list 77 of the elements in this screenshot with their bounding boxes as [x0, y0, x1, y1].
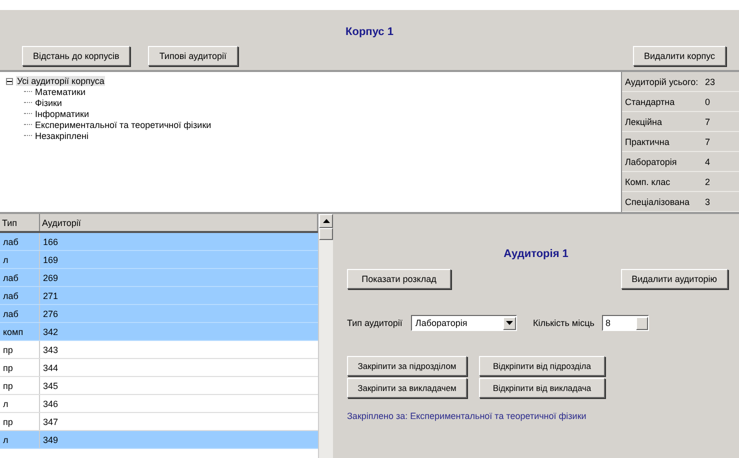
- table-cell-text: 342: [42, 326, 60, 338]
- table-row[interactable]: лаб 166: [0, 233, 318, 251]
- seats-spinner[interactable]: 8: [602, 315, 650, 331]
- table-cell: комп: [0, 323, 40, 340]
- assign-button[interactable]: Відкріпити від підрозділа: [479, 356, 605, 376]
- spin-buttons-icon[interactable]: [636, 316, 648, 330]
- table-cell: пр: [0, 377, 40, 394]
- scroll-up-icon[interactable]: [319, 214, 333, 228]
- table-cell: лаб: [0, 233, 40, 250]
- assigned-text: Закріплено за: Експериментальної та теоретичної фізики: [347, 411, 586, 421]
- stat-value: 3: [705, 196, 710, 206]
- collapse-icon[interactable]: [6, 78, 13, 84]
- table-cell-text: 343: [42, 344, 60, 356]
- table-cell-text: 169: [42, 254, 60, 266]
- stat-label: Лабораторія: [625, 156, 678, 166]
- table-cell-text: 166: [42, 236, 60, 248]
- assign-button[interactable]: Закріпити за викладачем: [347, 378, 467, 398]
- room-type-label: Тип аудиторії: [347, 318, 402, 328]
- stat-label: Аудиторій усього:: [625, 76, 700, 86]
- table-cell: лаб: [0, 269, 40, 286]
- table-row[interactable]: л 349: [0, 431, 318, 449]
- table-row[interactable]: л 169: [0, 251, 318, 269]
- seats-label: Кількість місць: [533, 318, 594, 328]
- table-cell-text: 269: [42, 272, 60, 284]
- table-row[interactable]: пр 345: [0, 377, 318, 395]
- table-row[interactable]: пр 344: [0, 359, 318, 377]
- table-cell: пр: [0, 359, 40, 376]
- table-cell-text: 346: [42, 398, 60, 410]
- schedule-button[interactable]: Показати розклад: [347, 269, 451, 289]
- table-cell: пр: [0, 413, 40, 430]
- table-row[interactable]: лаб 276: [0, 305, 318, 323]
- stat-value: 7: [705, 136, 710, 146]
- toolbar-button[interactable]: Типові аудиторії: [148, 46, 238, 66]
- scrollbar[interactable]: [318, 214, 333, 458]
- table-row[interactable]: лаб 269: [0, 269, 318, 287]
- delete-room-button[interactable]: Видалити аудиторію: [620, 269, 728, 289]
- building-title: Корпус 1: [346, 26, 394, 38]
- table-cell-text: 344: [42, 362, 60, 374]
- delete-building-button[interactable]: Видалити корпус: [632, 46, 726, 66]
- table-cell: лаб: [0, 287, 40, 304]
- tree-item[interactable]: Незакріплені: [34, 130, 90, 140]
- stat-label: Комп. клас: [625, 176, 672, 186]
- stat-value: 4: [705, 156, 710, 166]
- assign-button[interactable]: Відкріпити від викладача: [479, 378, 605, 398]
- table-cell-text: 271: [42, 290, 60, 302]
- table-cell-text: 349: [42, 434, 60, 446]
- stat-value: 23: [705, 76, 716, 86]
- stat-value: 2: [705, 176, 710, 186]
- stat-value: 7: [705, 116, 710, 126]
- room-title: Аудиторія 1: [504, 248, 568, 260]
- table-row[interactable]: комп 342: [0, 323, 318, 341]
- table-cell-text: 276: [42, 308, 60, 320]
- room-type-dropdown[interactable]: Лабораторія: [411, 315, 518, 331]
- scrollbar-thumb[interactable]: [319, 228, 333, 240]
- table-cell: пр: [0, 341, 40, 358]
- table-cell: л: [0, 395, 40, 412]
- tree-item[interactable]: Експериментальної та теоретичної фізики: [34, 120, 212, 130]
- tree-item[interactable]: Математики: [34, 86, 87, 96]
- table-row[interactable]: лаб 271: [0, 287, 318, 305]
- toolbar-button[interactable]: Відстань до корпусів: [22, 46, 130, 66]
- table-row[interactable]: л 346: [0, 395, 318, 413]
- table-cell: лаб: [0, 305, 40, 322]
- stat-label: Спеціалізована: [625, 196, 690, 206]
- tree-item[interactable]: Інформатики: [34, 108, 90, 118]
- tree-item[interactable]: Усі аудиторії корпуса: [16, 76, 106, 86]
- table-cell-text: 347: [42, 416, 60, 428]
- table-cell: л: [0, 431, 40, 448]
- stat-label: Практична: [625, 136, 670, 146]
- column-header[interactable]: Тип: [0, 214, 40, 231]
- table-cell: л: [0, 251, 40, 268]
- stat-label: Стандартна: [625, 96, 676, 106]
- stat-label: Лекційна: [625, 116, 664, 126]
- table-cell-text: 345: [42, 380, 60, 392]
- assign-button[interactable]: Закріпити за підрозділом: [347, 356, 467, 376]
- tree-item[interactable]: Фізики: [34, 98, 63, 108]
- table-row[interactable]: пр 343: [0, 341, 318, 359]
- stat-value: 0: [705, 96, 710, 106]
